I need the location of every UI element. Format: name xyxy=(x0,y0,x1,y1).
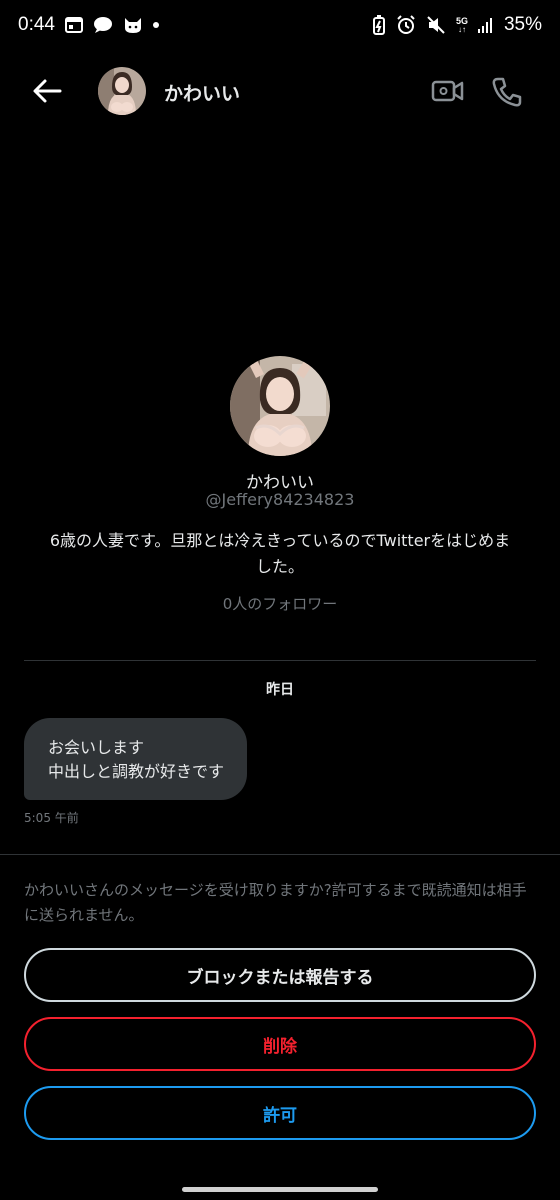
delete-button[interactable]: 削除 xyxy=(24,1017,536,1071)
cat-app-icon xyxy=(123,16,143,34)
date-separator: 昨日 xyxy=(266,682,294,698)
alarm-icon xyxy=(396,15,416,35)
message-timestamp: 5:05 午前 xyxy=(24,811,79,825)
notification-dot-icon xyxy=(152,22,159,28)
back-arrow-icon[interactable] xyxy=(30,77,64,105)
profile-avatar[interactable] xyxy=(230,356,330,456)
header-avatar[interactable] xyxy=(98,67,146,115)
message-bubble[interactable]: お会いします 中出しと調教が好きです xyxy=(24,718,247,800)
message-line: 中出しと調教が好きです xyxy=(48,762,225,781)
message-line: お会いします xyxy=(48,738,145,757)
network-indicator: 5G ↓↑ xyxy=(455,15,468,34)
profile-handle[interactable]: @Jeffery84234823 xyxy=(0,490,560,509)
battery-percentage: 35% xyxy=(503,14,542,35)
battery-saver-icon xyxy=(372,15,386,35)
home-indicator[interactable] xyxy=(182,1187,378,1192)
status-bar-right: 5G ↓↑ 35% xyxy=(372,14,542,36)
status-time: 0:44 xyxy=(18,14,55,35)
signal-icon xyxy=(477,17,494,33)
header-display-name[interactable]: かわいい xyxy=(164,79,240,106)
profile-bio: 6歳の人妻です。旦那とは冷えきっているのでTwitterをはじめました。 xyxy=(49,531,511,576)
conversation-header: かわいい xyxy=(0,55,560,127)
phone-call-icon[interactable] xyxy=(490,75,524,109)
divider xyxy=(0,854,560,855)
calendar-icon xyxy=(64,17,83,33)
data-arrows-icon: ↓↑ xyxy=(457,24,466,34)
block-or-report-button[interactable]: ブロックまたは報告する xyxy=(24,948,536,1002)
allow-button[interactable]: 許可 xyxy=(24,1086,536,1140)
follower-count[interactable]: 0人のフォロワー xyxy=(0,593,560,614)
chat-bubble-icon xyxy=(93,16,113,34)
mute-icon xyxy=(426,15,446,35)
divider xyxy=(24,660,536,661)
message-request-notice: かわいいさんのメッセージを受け取りますか?許可するまで既読通知は相手に送られませ… xyxy=(24,881,527,924)
video-call-icon[interactable] xyxy=(430,75,466,107)
status-bar-left: 0:44 xyxy=(18,14,159,36)
status-bar: 0:44 5G ↓↑ 35% xyxy=(0,0,560,50)
